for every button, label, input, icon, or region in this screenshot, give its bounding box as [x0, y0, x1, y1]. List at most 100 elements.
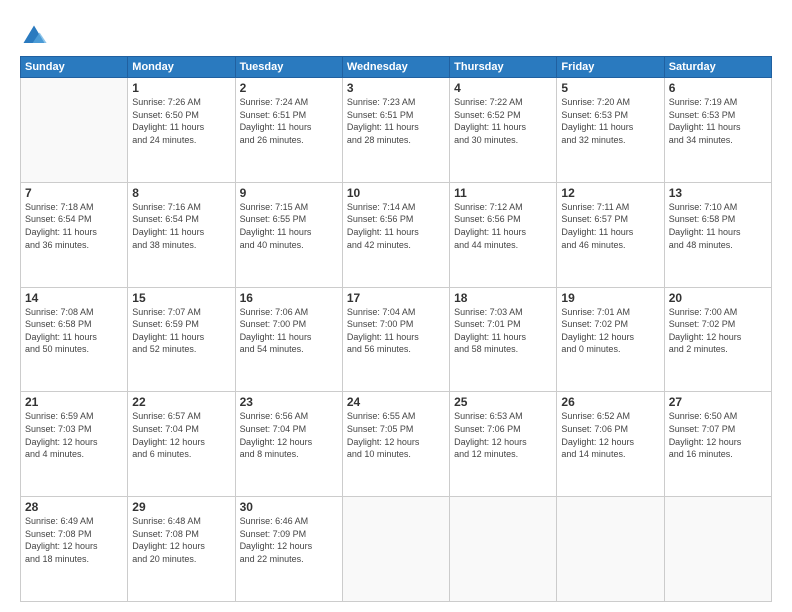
day-number: 5 [561, 81, 659, 95]
day-number: 19 [561, 291, 659, 305]
calendar-cell: 20Sunrise: 7:00 AMSunset: 7:02 PMDayligh… [664, 287, 771, 392]
day-number: 26 [561, 395, 659, 409]
week-row-5: 28Sunrise: 6:49 AMSunset: 7:08 PMDayligh… [21, 497, 772, 602]
day-number: 3 [347, 81, 445, 95]
day-info-line: and 50 minutes. [25, 344, 89, 354]
day-number: 20 [669, 291, 767, 305]
calendar-cell: 17Sunrise: 7:04 AMSunset: 7:00 PMDayligh… [342, 287, 449, 392]
page: SundayMondayTuesdayWednesdayThursdayFrid… [0, 0, 792, 612]
day-info-line: Sunset: 6:53 PM [561, 110, 628, 120]
day-info: Sunrise: 6:52 AMSunset: 7:06 PMDaylight:… [561, 410, 659, 460]
calendar-cell: 30Sunrise: 6:46 AMSunset: 7:09 PMDayligh… [235, 497, 342, 602]
day-info-line: Sunset: 7:08 PM [132, 529, 199, 539]
day-number: 15 [132, 291, 230, 305]
calendar-cell: 3Sunrise: 7:23 AMSunset: 6:51 PMDaylight… [342, 78, 449, 183]
day-info: Sunrise: 7:00 AMSunset: 7:02 PMDaylight:… [669, 306, 767, 356]
day-info-line: and 8 minutes. [240, 449, 299, 459]
calendar-cell: 26Sunrise: 6:52 AMSunset: 7:06 PMDayligh… [557, 392, 664, 497]
calendar-cell: 9Sunrise: 7:15 AMSunset: 6:55 PMDaylight… [235, 182, 342, 287]
day-info-line: Sunrise: 6:56 AM [240, 411, 309, 421]
day-info-line: Sunset: 7:00 PM [240, 319, 307, 329]
day-header-saturday: Saturday [664, 57, 771, 78]
day-info: Sunrise: 7:01 AMSunset: 7:02 PMDaylight:… [561, 306, 659, 356]
day-info-line: Sunrise: 7:04 AM [347, 307, 416, 317]
day-info: Sunrise: 6:50 AMSunset: 7:07 PMDaylight:… [669, 410, 767, 460]
calendar-cell: 23Sunrise: 6:56 AMSunset: 7:04 PMDayligh… [235, 392, 342, 497]
day-info-line: Daylight: 11 hours [347, 227, 419, 237]
day-info: Sunrise: 7:16 AMSunset: 6:54 PMDaylight:… [132, 201, 230, 251]
day-info-line: and 2 minutes. [669, 344, 728, 354]
day-info-line: and 36 minutes. [25, 240, 89, 250]
day-info-line: and 52 minutes. [132, 344, 196, 354]
day-info-line: Sunset: 7:03 PM [25, 424, 92, 434]
day-info: Sunrise: 7:18 AMSunset: 6:54 PMDaylight:… [25, 201, 123, 251]
day-info-line: and 0 minutes. [561, 344, 620, 354]
day-number: 16 [240, 291, 338, 305]
day-number: 12 [561, 186, 659, 200]
day-info: Sunrise: 7:07 AMSunset: 6:59 PMDaylight:… [132, 306, 230, 356]
day-info-line: Sunset: 6:58 PM [25, 319, 92, 329]
day-info-line: and 16 minutes. [669, 449, 733, 459]
day-number: 4 [454, 81, 552, 95]
day-info-line: Sunset: 6:51 PM [240, 110, 307, 120]
day-info-line: Daylight: 12 hours [347, 437, 420, 447]
day-info-line: and 20 minutes. [132, 554, 196, 564]
day-number: 27 [669, 395, 767, 409]
calendar-cell: 8Sunrise: 7:16 AMSunset: 6:54 PMDaylight… [128, 182, 235, 287]
day-number: 23 [240, 395, 338, 409]
day-info-line: Daylight: 11 hours [454, 227, 526, 237]
day-number: 18 [454, 291, 552, 305]
day-info-line: Daylight: 11 hours [347, 332, 419, 342]
day-info: Sunrise: 6:57 AMSunset: 7:04 PMDaylight:… [132, 410, 230, 460]
day-info-line: and 12 minutes. [454, 449, 518, 459]
calendar-cell: 28Sunrise: 6:49 AMSunset: 7:08 PMDayligh… [21, 497, 128, 602]
day-info-line: and 44 minutes. [454, 240, 518, 250]
calendar-cell: 11Sunrise: 7:12 AMSunset: 6:56 PMDayligh… [450, 182, 557, 287]
calendar-cell: 22Sunrise: 6:57 AMSunset: 7:04 PMDayligh… [128, 392, 235, 497]
calendar-cell: 21Sunrise: 6:59 AMSunset: 7:03 PMDayligh… [21, 392, 128, 497]
day-info-line: Daylight: 11 hours [561, 227, 633, 237]
day-info-line: Sunrise: 6:57 AM [132, 411, 201, 421]
logo [20, 22, 52, 50]
day-info-line: Sunrise: 6:48 AM [132, 516, 201, 526]
calendar-cell: 16Sunrise: 7:06 AMSunset: 7:00 PMDayligh… [235, 287, 342, 392]
day-info: Sunrise: 6:56 AMSunset: 7:04 PMDaylight:… [240, 410, 338, 460]
day-info-line: Daylight: 12 hours [669, 332, 742, 342]
day-number: 1 [132, 81, 230, 95]
day-info-line: Sunset: 7:05 PM [347, 424, 414, 434]
day-info-line: Sunrise: 6:52 AM [561, 411, 630, 421]
day-number: 14 [25, 291, 123, 305]
day-info-line: Sunrise: 7:20 AM [561, 97, 630, 107]
day-info-line: Sunrise: 7:22 AM [454, 97, 523, 107]
day-info-line: Daylight: 12 hours [669, 437, 742, 447]
day-info-line: Sunrise: 6:46 AM [240, 516, 309, 526]
day-info-line: Sunrise: 7:11 AM [561, 202, 629, 212]
day-number: 11 [454, 186, 552, 200]
day-info-line: Sunrise: 7:00 AM [669, 307, 738, 317]
day-header-thursday: Thursday [450, 57, 557, 78]
calendar-cell: 19Sunrise: 7:01 AMSunset: 7:02 PMDayligh… [557, 287, 664, 392]
day-info-line: Sunset: 7:09 PM [240, 529, 307, 539]
day-info-line: Sunset: 6:52 PM [454, 110, 521, 120]
day-info-line: Sunset: 6:53 PM [669, 110, 736, 120]
day-info-line: Daylight: 12 hours [561, 332, 634, 342]
day-info: Sunrise: 7:26 AMSunset: 6:50 PMDaylight:… [132, 96, 230, 146]
day-info-line: and 22 minutes. [240, 554, 304, 564]
day-info-line: Daylight: 11 hours [669, 122, 741, 132]
week-row-1: 1Sunrise: 7:26 AMSunset: 6:50 PMDaylight… [21, 78, 772, 183]
calendar-table: SundayMondayTuesdayWednesdayThursdayFrid… [20, 56, 772, 602]
day-info-line: and 56 minutes. [347, 344, 411, 354]
calendar-cell: 12Sunrise: 7:11 AMSunset: 6:57 PMDayligh… [557, 182, 664, 287]
day-info-line: and 24 minutes. [132, 135, 196, 145]
header [20, 18, 772, 50]
week-row-4: 21Sunrise: 6:59 AMSunset: 7:03 PMDayligh… [21, 392, 772, 497]
day-info-line: Sunrise: 6:59 AM [25, 411, 94, 421]
day-info-line: and 10 minutes. [347, 449, 411, 459]
day-info: Sunrise: 6:53 AMSunset: 7:06 PMDaylight:… [454, 410, 552, 460]
day-number: 25 [454, 395, 552, 409]
day-info-line: Sunrise: 7:07 AM [132, 307, 201, 317]
day-info-line: Daylight: 11 hours [561, 122, 633, 132]
calendar-cell [664, 497, 771, 602]
day-info-line: and 4 minutes. [25, 449, 84, 459]
day-info-line: Sunset: 7:01 PM [454, 319, 521, 329]
